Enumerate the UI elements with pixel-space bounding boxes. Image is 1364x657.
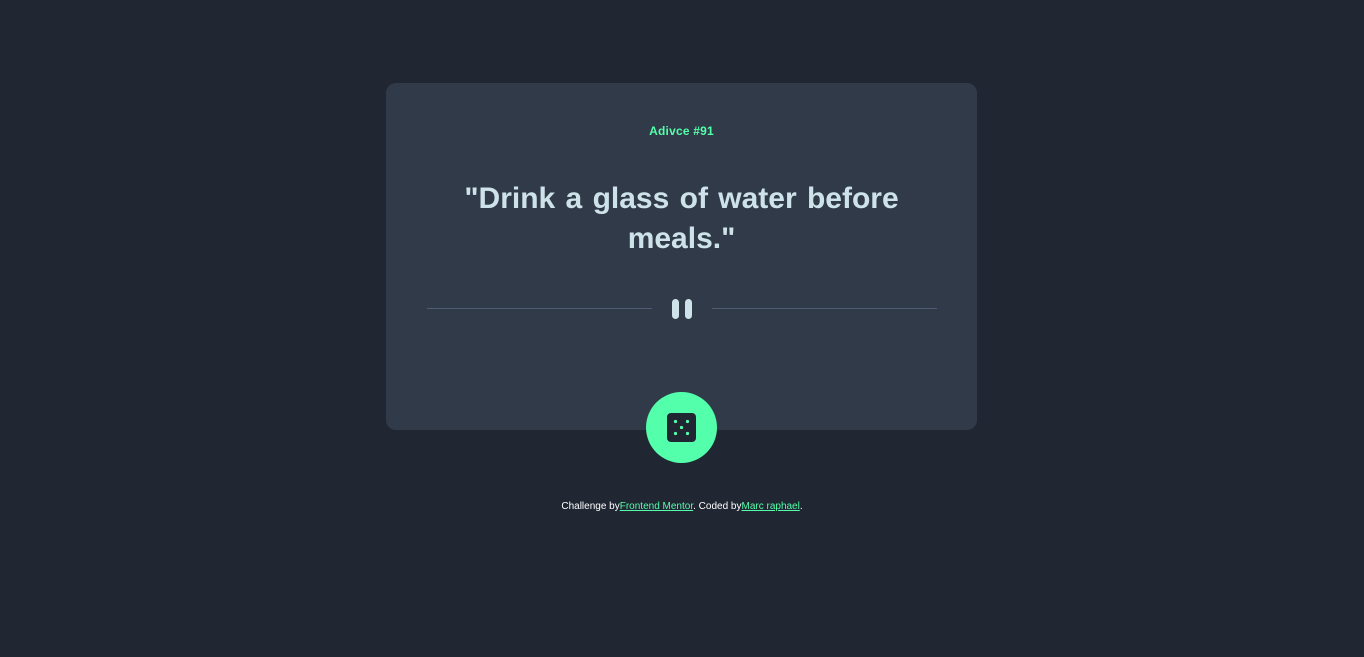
author-link[interactable]: Marc raphael xyxy=(741,501,799,512)
advice-id: Adivce #91 xyxy=(649,124,714,138)
footer-suffix: . xyxy=(799,501,803,512)
divider-line-right xyxy=(712,308,937,309)
advice-quote: "Drink a glass of water before meals." xyxy=(464,182,899,255)
dice-icon xyxy=(667,413,696,442)
divider-line-left xyxy=(427,308,652,309)
new-advice-button[interactable] xyxy=(646,392,717,463)
pause-icon xyxy=(670,299,694,319)
pattern-divider xyxy=(427,298,937,320)
attribution-footer: Challenge byFrontend Mentor. Coded byMar… xyxy=(0,501,1364,512)
footer-middle: . Coded by xyxy=(693,501,742,512)
frontend-mentor-link[interactable]: Frontend Mentor xyxy=(620,501,693,512)
footer-prefix: Challenge by xyxy=(561,501,620,512)
advice-card: Adivce #91 "Drink a glass of water befor… xyxy=(386,83,977,430)
